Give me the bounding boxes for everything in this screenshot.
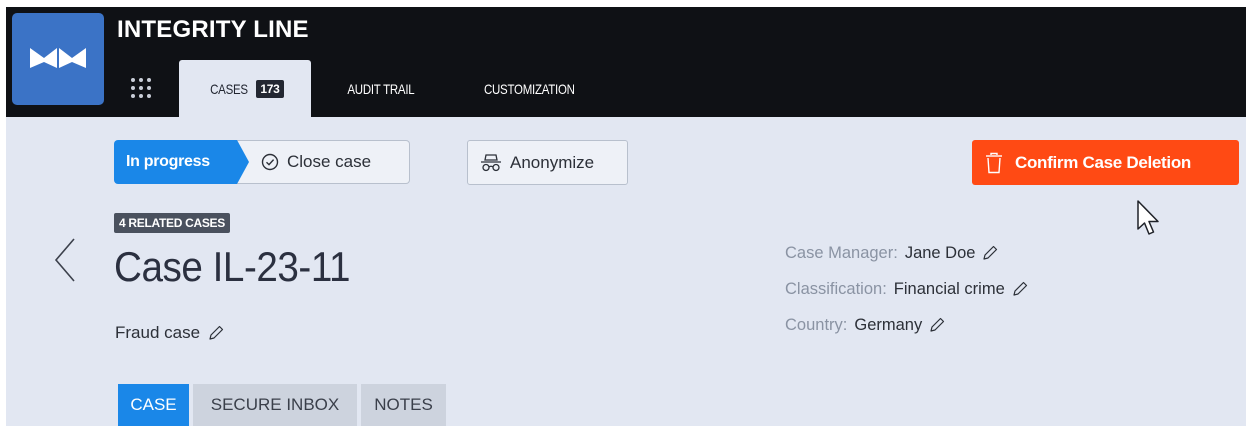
edit-classification-icon[interactable] <box>1012 281 1028 297</box>
trash-icon <box>986 152 1002 173</box>
classification-value: Financial crime <box>893 280 1005 298</box>
integrity-line-logo-icon <box>30 48 86 68</box>
cases-count-badge: 173 <box>256 79 284 98</box>
edit-case-type-icon[interactable] <box>208 325 224 341</box>
confirm-case-deletion-button[interactable]: Confirm Case Deletion <box>972 140 1239 185</box>
anonymize-button[interactable]: Anonymize <box>467 140 628 185</box>
case-subtabs: CASE SECURE INBOX NOTES <box>118 384 446 426</box>
edit-country-icon[interactable] <box>929 317 945 333</box>
case-type: Fraud case <box>115 323 224 343</box>
country-row: Country: Germany <box>785 307 1028 343</box>
close-case-label: Close case <box>287 152 372 171</box>
chevron-left-icon <box>54 238 75 282</box>
tab-cases[interactable]: CASES 173 <box>179 60 311 117</box>
subtab-case[interactable]: CASE <box>118 384 189 426</box>
mouse-cursor-icon <box>1137 200 1159 235</box>
incognito-icon <box>481 153 501 171</box>
app-frame: INTEGRITY LINE CASES 173 AUDIT TRAIL CUS… <box>6 7 1246 426</box>
classification-row: Classification: Financial crime <box>785 271 1028 307</box>
subtab-secure-inbox[interactable]: SECURE INBOX <box>193 384 357 426</box>
app-title: INTEGRITY LINE <box>117 16 309 43</box>
status-label: In progress <box>126 153 210 170</box>
subtab-notes[interactable]: NOTES <box>361 384 446 426</box>
check-circle-icon <box>261 153 279 171</box>
apps-grid-button[interactable] <box>128 75 154 101</box>
case-manager-value: Jane Doe <box>904 244 976 262</box>
app-logo[interactable] <box>12 13 104 105</box>
case-manager-row: Case Manager: Jane Doe <box>785 235 1028 271</box>
edit-case-manager-icon[interactable] <box>982 245 998 261</box>
close-case-button[interactable]: Close case <box>237 140 410 184</box>
case-type-value: Fraud case <box>115 323 201 342</box>
tab-audit-trail-label: AUDIT TRAIL <box>347 80 415 97</box>
anonymize-label: Anonymize <box>510 152 595 172</box>
apps-grid-icon <box>131 78 151 98</box>
case-status-control: In progress Close case <box>114 140 410 184</box>
case-meta: Case Manager: Jane Doe Classification: F… <box>785 235 1028 343</box>
tab-customization[interactable]: CUSTOMIZATION <box>464 60 594 117</box>
classification-label: Classification: <box>785 280 887 298</box>
confirm-case-deletion-label: Confirm Case Deletion <box>1015 152 1192 172</box>
tab-audit-trail[interactable]: AUDIT TRAIL <box>331 60 431 117</box>
top-bar: INTEGRITY LINE CASES 173 AUDIT TRAIL CUS… <box>6 7 1246 117</box>
tab-customization-label: CUSTOMIZATION <box>483 80 575 97</box>
case-title: Case IL-23-11 <box>114 243 351 290</box>
country-label: Country: <box>785 316 848 334</box>
status-in-progress[interactable]: In progress <box>114 140 249 184</box>
case-manager-label: Case Manager: <box>785 244 898 262</box>
country-value: Germany <box>854 316 923 334</box>
tab-cases-label: CASES <box>210 80 249 97</box>
back-button[interactable] <box>50 235 80 285</box>
related-cases-badge[interactable]: 4 RELATED CASES <box>114 213 230 233</box>
